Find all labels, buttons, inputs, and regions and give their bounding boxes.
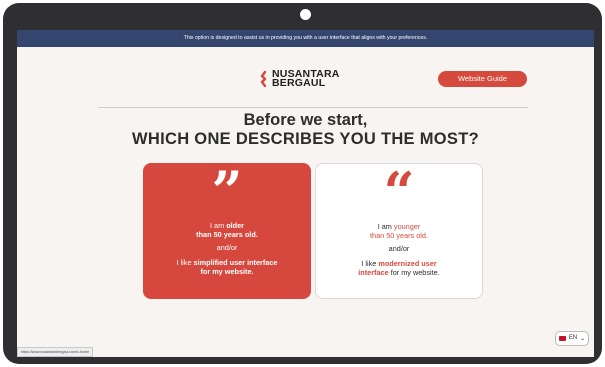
status-url: https://www.nusantarabergaul.com/c-home: [17, 347, 94, 357]
younger-line1: I am younger: [316, 222, 482, 231]
younger-option-card[interactable]: “ I am younger than 50 years old. and/or…: [315, 163, 483, 299]
opening-quote-icon: “: [383, 160, 415, 224]
older-option-card[interactable]: ” I am older than 50 years old. and/or I…: [143, 163, 311, 299]
older-i-am: I am: [209, 221, 225, 230]
logo-line2: BERGAUL: [272, 77, 326, 89]
younger-i-like: I like: [361, 259, 377, 268]
header-divider: [98, 107, 528, 108]
laptop-frame: This option is designed to assist us in …: [3, 3, 602, 364]
older-age: than 50 years old.: [196, 230, 258, 239]
younger-line4: interface for my website.: [316, 268, 482, 277]
camera-dot: [300, 9, 311, 20]
language-code: EN: [568, 335, 578, 341]
browser-viewport: This option is designed to assist us in …: [17, 30, 594, 357]
site-logo[interactable]: NUSANTARA BERGAUL: [259, 69, 340, 89]
younger-for-site: for my website.: [390, 268, 440, 277]
younger-interface: interface: [358, 268, 389, 277]
page-title: Before we start, WHICH ONE DESCRIBES YOU…: [17, 111, 594, 149]
older-keyword: older: [226, 221, 245, 230]
younger-age: than 50 years old.: [369, 231, 428, 240]
title-line1: Before we start,: [243, 111, 368, 129]
older-line2: than 50 years old.: [143, 230, 311, 239]
older-simplified: simplified user interface: [193, 258, 278, 267]
info-banner: This option is designed to assist us in …: [17, 30, 594, 47]
older-line4: for my website.: [143, 267, 311, 276]
logo-icon: [260, 71, 267, 87]
language-selector[interactable]: EN ⌄: [555, 331, 589, 346]
title-line2: WHICH ONE DESCRIBES YOU THE MOST?: [132, 130, 479, 148]
older-for-site: for my website.: [200, 267, 254, 276]
older-i-like: I like: [176, 258, 192, 267]
younger-line3: I like modernized user: [316, 259, 482, 268]
logo-wordmark: NUSANTARA BERGAUL: [272, 69, 340, 89]
website-guide-button[interactable]: Website Guide: [438, 71, 527, 87]
younger-andor: and/or: [388, 244, 410, 253]
older-line3: I like simplified user interface: [143, 258, 311, 267]
older-line1: I am older: [143, 221, 311, 230]
younger-keyword: younger: [393, 222, 421, 231]
younger-i-am: I am: [377, 222, 392, 231]
younger-line2: than 50 years old.: [316, 231, 482, 240]
younger-modernized: modernized user: [378, 259, 437, 268]
closing-quote-icon: ”: [211, 159, 243, 223]
chevron-down-icon: ⌄: [580, 335, 586, 342]
flag-icon: [558, 336, 566, 341]
older-andor: and/or: [216, 243, 238, 252]
